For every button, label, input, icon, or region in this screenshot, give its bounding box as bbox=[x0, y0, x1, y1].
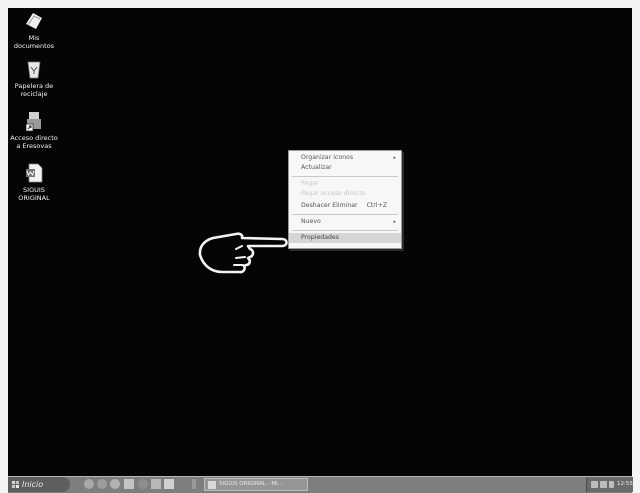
presentation-icon[interactable] bbox=[151, 479, 161, 489]
browser-icon[interactable] bbox=[84, 479, 94, 489]
menu-item-pegar[interactable]: Pegar bbox=[289, 179, 401, 189]
taskbar-window-siguis-original[interactable]: SIGUIS ORIGINAL - Mi... bbox=[204, 478, 308, 491]
menu-item-label: Pegar acceso directo bbox=[301, 190, 366, 197]
desktop-icon-my-documents[interactable]: Mis documentos bbox=[8, 10, 60, 50]
antivirus-icon[interactable] bbox=[600, 481, 607, 488]
quicklaunch-chevron-icon[interactable] bbox=[192, 479, 196, 489]
context-menu: Organizar iconos ▸ Actualizar Pegar Pega… bbox=[288, 150, 402, 249]
desktop-icon-label: documentos bbox=[13, 41, 55, 50]
my-documents-icon bbox=[26, 13, 42, 29]
menu-item-actualizar[interactable]: Actualizar bbox=[289, 163, 401, 173]
menu-separator bbox=[292, 230, 398, 231]
menu-item-pegar-acceso-directo[interactable]: Pegar acceso directo bbox=[289, 189, 401, 199]
menu-item-label: Propiedades bbox=[301, 234, 339, 241]
system-tray: 12:55 bbox=[586, 477, 633, 492]
clock[interactable]: 12:55 bbox=[617, 477, 633, 492]
menu-item-deshacer-eliminar[interactable]: Deshacer Eliminar Ctrl+Z bbox=[289, 201, 401, 211]
menu-item-nuevo[interactable]: Nuevo ▸ bbox=[289, 217, 401, 227]
menu-item-label: Pegar bbox=[301, 180, 319, 187]
menu-item-label: Nuevo bbox=[301, 218, 321, 225]
email-icon[interactable] bbox=[97, 479, 107, 489]
desktop-icon-siguis-original[interactable]: SIGUIS ORIGINAL bbox=[8, 162, 60, 202]
windows-logo-icon bbox=[12, 481, 19, 488]
document-icon[interactable] bbox=[124, 479, 134, 489]
chevron-right-icon: ▸ bbox=[393, 155, 396, 161]
shortcut-icon bbox=[25, 112, 41, 132]
word-document-icon bbox=[208, 481, 216, 489]
desktop-icon-label: ORIGINAL bbox=[18, 193, 50, 202]
media-player-icon[interactable] bbox=[110, 479, 120, 489]
volume-icon[interactable] bbox=[609, 481, 614, 488]
taskbar-window-label: SIGUIS ORIGINAL - Mi... bbox=[219, 481, 283, 487]
start-button[interactable]: Inicio bbox=[8, 477, 70, 492]
desktop[interactable]: Mis documentos Papelera de reciclaje Acc… bbox=[8, 8, 632, 476]
desktop-icon-label: reciclaje bbox=[20, 89, 48, 98]
chevron-right-icon: ▸ bbox=[393, 219, 396, 225]
help-icon[interactable] bbox=[138, 479, 148, 489]
taskbar: Inicio SIGUIS ORIGINAL - Mi... 12:55 bbox=[8, 476, 633, 493]
word-document-icon bbox=[26, 163, 43, 183]
menu-item-shortcut: Ctrl+Z bbox=[366, 202, 387, 209]
menu-item-label: Actualizar bbox=[301, 164, 332, 171]
spreadsheet-icon[interactable] bbox=[164, 479, 174, 489]
desktop-icon-label: a Eresovas bbox=[16, 141, 52, 150]
menu-item-propiedades[interactable]: Propiedades bbox=[289, 233, 401, 243]
desktop-icon-shortcut[interactable]: Acceso directo a Eresovas bbox=[8, 110, 60, 150]
network-icon[interactable] bbox=[591, 481, 598, 488]
menu-separator bbox=[292, 176, 398, 177]
desktop-icon-recycle-bin[interactable]: Papelera de reciclaje bbox=[8, 58, 60, 98]
menu-separator bbox=[292, 214, 398, 215]
recycle-bin-icon bbox=[27, 61, 41, 79]
menu-item-label: Organizar iconos bbox=[301, 154, 354, 161]
menu-item-organizar-iconos[interactable]: Organizar iconos ▸ bbox=[289, 153, 401, 163]
menu-item-label: Deshacer Eliminar bbox=[301, 202, 358, 209]
pointing-hand-icon bbox=[198, 232, 288, 274]
start-label: Inicio bbox=[22, 480, 44, 489]
